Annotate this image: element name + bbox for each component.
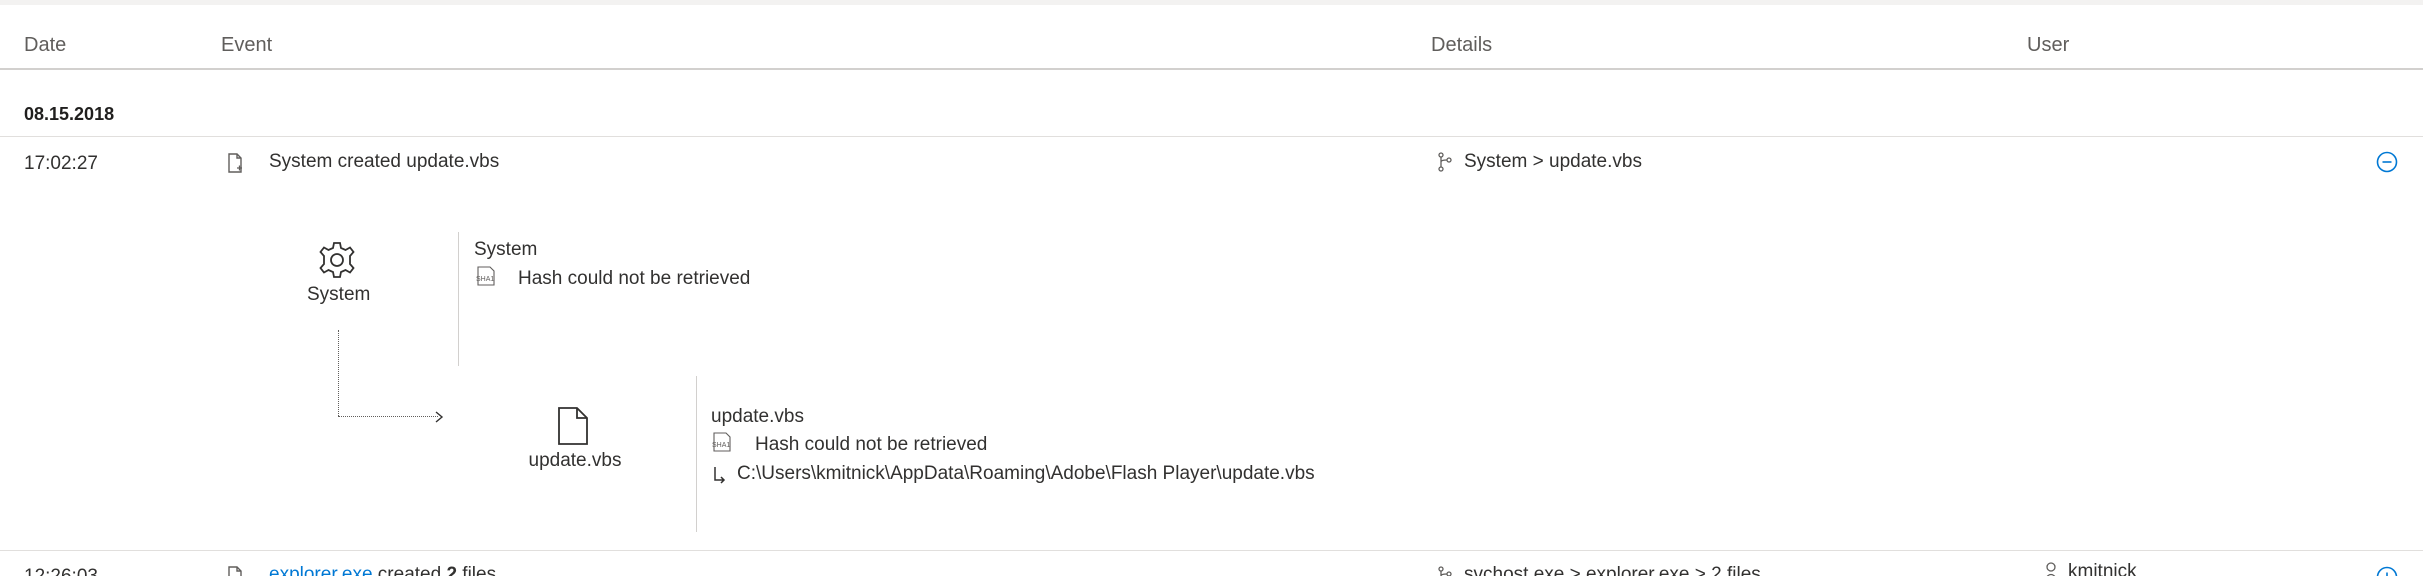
process-tree-icon xyxy=(1437,566,1453,576)
user-icon xyxy=(2044,562,2058,576)
event-time: 12:26:03 xyxy=(24,566,98,576)
file-add-icon xyxy=(227,566,243,576)
column-header-event[interactable]: Event xyxy=(221,34,272,57)
event-text: created xyxy=(372,564,447,576)
collapse-button[interactable] xyxy=(2376,151,2398,173)
tree-connector-vertical xyxy=(338,330,339,416)
top-strip xyxy=(0,0,2423,5)
svg-text:SHA1: SHA1 xyxy=(476,276,494,283)
parent-detail-divider xyxy=(458,232,459,366)
event-description: explorer.exe created 2 files xyxy=(269,564,496,576)
row-divider xyxy=(0,550,2423,551)
child-file-path[interactable]: C:\Users\kmitnick\AppData\Roaming\Adobe\… xyxy=(737,463,1315,485)
tree-child-label[interactable]: update.vbs xyxy=(522,450,628,472)
parent-title: System xyxy=(474,239,538,260)
child-title: update.vbs xyxy=(711,406,804,427)
date-group-label: 08.15.2018 xyxy=(24,104,115,124)
gear-icon xyxy=(317,240,357,285)
file-icon xyxy=(556,406,590,451)
header-divider xyxy=(0,68,2423,70)
minus-circle-icon xyxy=(2376,151,2398,173)
event-description[interactable]: System created update.vbs xyxy=(269,151,499,173)
column-header-details[interactable]: Details xyxy=(1431,34,1492,57)
row-divider xyxy=(0,136,2423,137)
child-hash: Hash could not be retrieved xyxy=(755,434,988,455)
file-count: 2 xyxy=(446,564,458,576)
process-link[interactable]: explorer.exe xyxy=(269,564,373,576)
event-details[interactable]: System > update.vbs xyxy=(1464,151,1642,173)
svg-text:SHA1: SHA1 xyxy=(712,442,730,449)
sha1-icon: SHA1 xyxy=(711,432,733,457)
plus-circle-icon xyxy=(2376,566,2398,576)
parent-hash: Hash could not be retrieved xyxy=(518,268,751,289)
file-add-icon xyxy=(227,153,243,178)
tree-parent-label[interactable]: System xyxy=(307,284,370,306)
child-detail-divider xyxy=(696,376,697,532)
event-text: files xyxy=(457,564,497,576)
process-tree-icon xyxy=(1437,152,1453,177)
event-time: 17:02:27 xyxy=(24,153,98,174)
column-header-user[interactable]: User xyxy=(2027,34,2069,57)
sha1-icon: SHA1 xyxy=(475,266,497,291)
column-header-date[interactable]: Date xyxy=(24,34,66,57)
event-user[interactable]: kmitnick xyxy=(2068,561,2137,576)
tree-connector-horizontal xyxy=(338,416,438,417)
timeline-page: Date Event Details User 08.15.2018 17:02… xyxy=(0,0,2423,576)
event-details[interactable]: svchost.exe > explorer.exe > 2 files xyxy=(1464,564,1761,576)
arrow-right-icon xyxy=(433,410,445,428)
expand-button[interactable] xyxy=(2376,566,2398,576)
path-icon xyxy=(712,466,726,489)
